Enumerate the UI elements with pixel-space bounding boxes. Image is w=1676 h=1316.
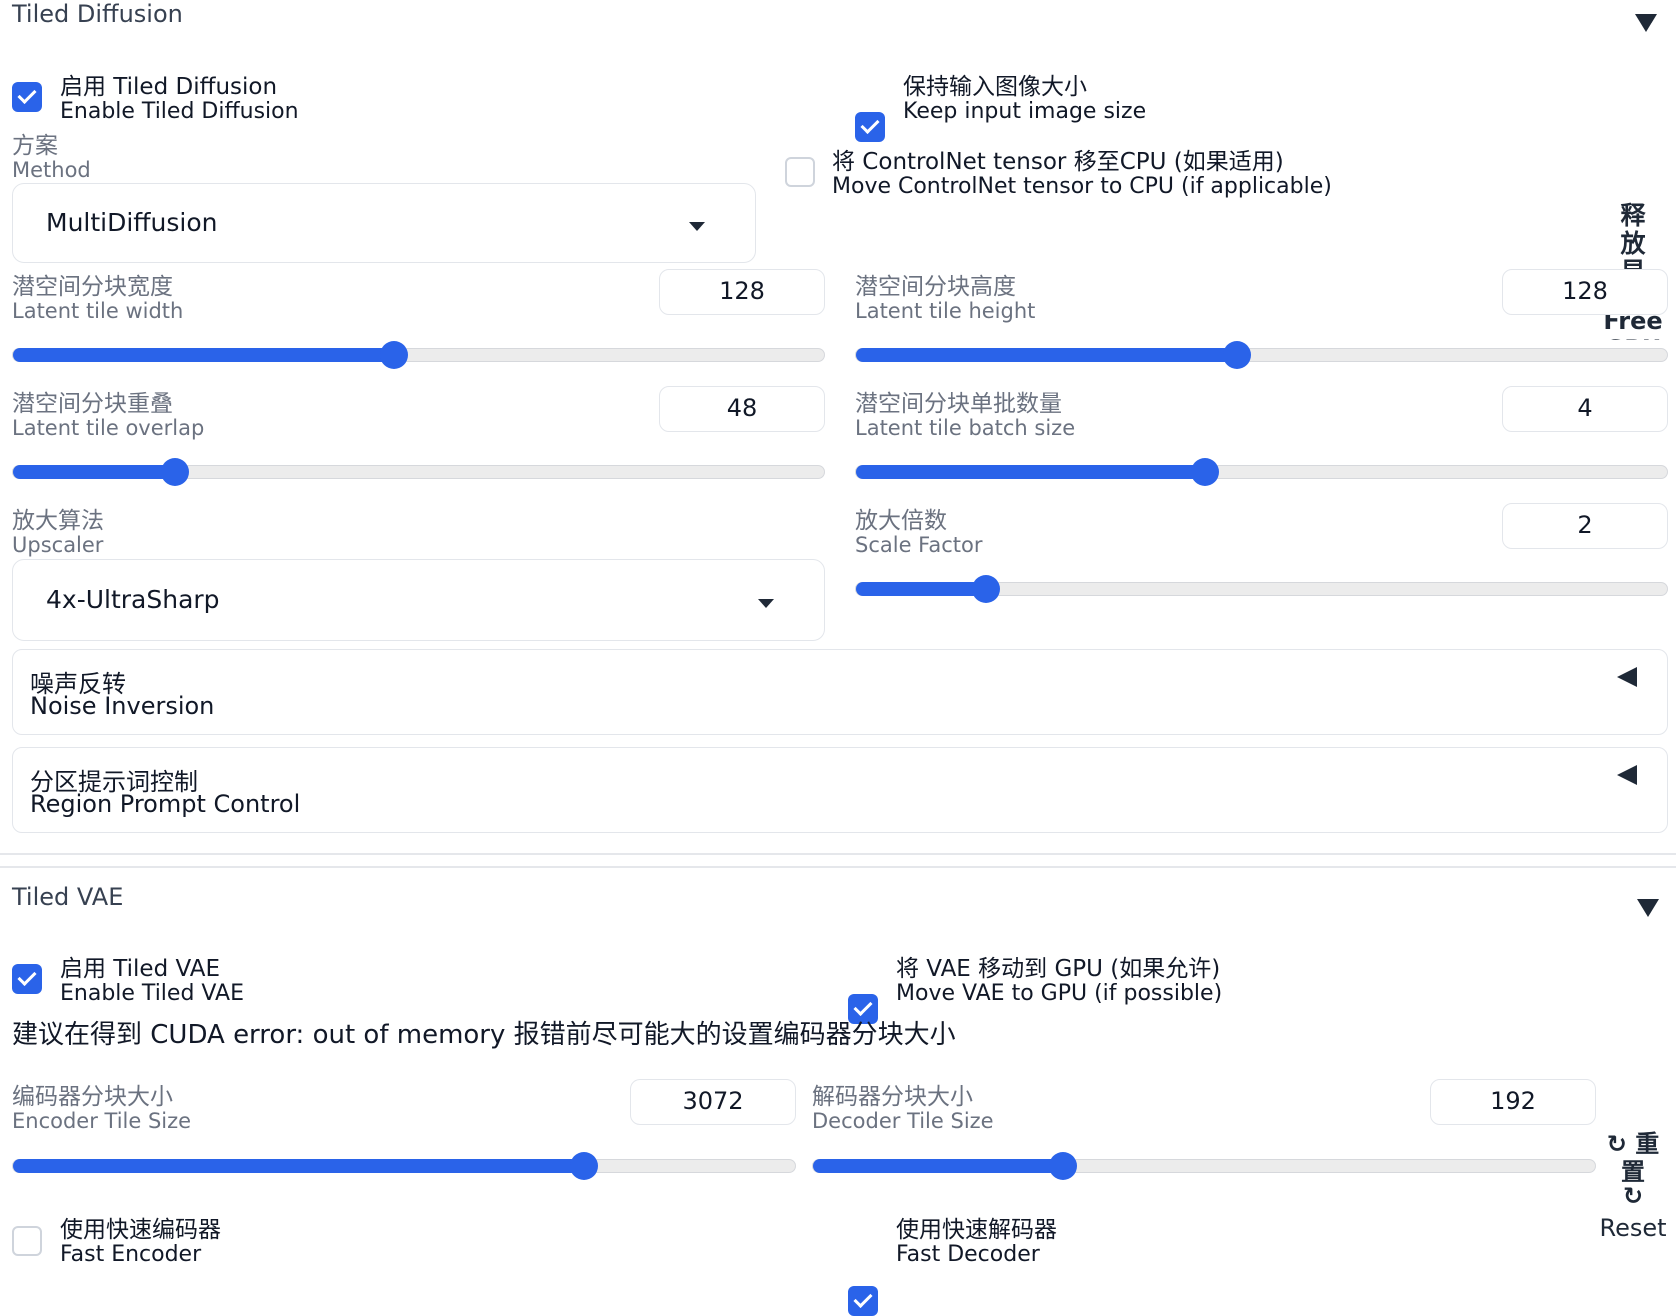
panel-title[interactable]: Tiled Diffusion [12,0,183,28]
expand-icon[interactable] [1617,667,1637,687]
field-label-en: Latent tile overlap [12,416,205,440]
scale-factor-slider[interactable] [855,575,1668,603]
noise-inversion-accordion[interactable]: 噪声反转 Noise Inversion [12,649,1668,735]
slider-thumb[interactable] [1049,1152,1078,1180]
slider-thumb[interactable] [971,575,1000,603]
dropdown-value: 4x-UltraSharp [46,585,220,614]
checkbox-label-en: Fast Encoder [60,1242,202,1267]
reset-icon: ↻ [1622,1182,1644,1210]
slider-thumb[interactable] [569,1152,598,1180]
cuda-hint-text: 建议在得到 CUDA error: out of memory 报错前尽可能大的… [12,1020,956,1050]
free-gpu-button[interactable]: 释放显 Free GPU [1598,192,1676,340]
field-label-en: Decoder Tile Size [812,1109,994,1133]
decoder-tile-input[interactable]: 192 [1430,1079,1596,1125]
tile-width-slider[interactable] [12,341,825,369]
keep-input-size-checkbox[interactable] [855,112,885,142]
field-label-en: Encoder Tile Size [12,1109,192,1133]
field-label-cn: 潜空间分块高度 [855,274,1016,300]
button-label-cn: ↻ 重 [1606,1130,1660,1158]
field-label-en: Latent tile batch size [855,416,1076,440]
field-label-en: Scale Factor [855,533,983,557]
fast-decoder-checkbox[interactable] [848,1286,878,1316]
field-label-en: Upscaler [12,533,104,557]
checkbox-label-cn: 保持输入图像大小 [903,74,1087,100]
field-label-cn: 编码器分块大小 [12,1084,173,1110]
dropdown-value: MultiDiffusion [46,208,218,237]
slider-fill [13,1159,584,1173]
collapse-icon[interactable] [1637,899,1659,917]
slider-fill [856,348,1238,362]
field-label-en: Method [12,158,91,182]
checkbox-label-en: Keep input image size [903,99,1147,124]
checkbox-label-cn: 使用快速编码器 [60,1217,221,1243]
slider-fill [856,465,1205,479]
slider-thumb[interactable] [1223,341,1252,369]
field-label-cn: 潜空间分块重叠 [12,391,173,417]
panel-title[interactable]: Tiled VAE [12,883,123,911]
button-label-en: Reset [1599,1214,1667,1242]
slider-fill [856,582,986,596]
checkbox-label-en: Enable Tiled Diffusion [60,99,299,124]
checkbox-label-cn: 将 VAE 移动到 GPU (如果允许) [896,956,1221,982]
checkbox-label-en: Move ControlNet tensor to CPU (if applic… [832,174,1332,199]
scale-factor-input[interactable]: 2 [1502,503,1668,549]
field-label-cn: 放大算法 [12,508,104,534]
accordion-title-en: Region Prompt Control [30,790,301,818]
field-label-cn: 潜空间分块单批数量 [855,391,1062,417]
checkbox-label-en: Move VAE to GPU (if possible) [896,981,1223,1006]
fast-encoder-checkbox[interactable] [12,1226,42,1256]
collapse-icon[interactable] [1635,14,1657,32]
encoder-tile-input[interactable]: 3072 [630,1079,796,1125]
tiled-diffusion-panel: Tiled Diffusion 启用 Tiled Diffusion Enabl… [0,0,1676,855]
checkbox-label-cn: 启用 Tiled VAE [60,956,221,982]
tile-overlap-input[interactable]: 48 [659,386,825,432]
tile-height-slider[interactable] [855,341,1668,369]
chevron-down-icon [758,599,774,608]
field-label-cn: 方案 [12,133,58,159]
controlnet-cpu-checkbox[interactable] [785,157,815,187]
accordion-title-en: Noise Inversion [30,692,215,720]
method-dropdown[interactable]: MultiDiffusion [12,183,756,263]
checkbox-label-en: Enable Tiled VAE [60,981,245,1006]
slider-fill [13,348,395,362]
expand-icon[interactable] [1617,765,1637,785]
decoder-tile-slider[interactable] [812,1152,1596,1180]
field-label-en: Latent tile height [855,299,1036,323]
slider-fill [13,465,176,479]
field-label-cn: 潜空间分块宽度 [12,274,173,300]
enable-tiled-diffusion-checkbox[interactable] [12,82,42,112]
slider-thumb[interactable] [161,458,190,486]
checkbox-label-cn: 启用 Tiled Diffusion [60,74,278,100]
enable-tiled-vae-checkbox[interactable] [12,964,42,994]
tile-overlap-slider[interactable] [12,458,825,486]
tile-width-input[interactable]: 128 [659,269,825,315]
field-label-cn: 解码器分块大小 [812,1084,973,1110]
region-prompt-accordion[interactable]: 分区提示词控制 Region Prompt Control [12,747,1668,833]
batch-size-slider[interactable] [855,458,1668,486]
tiled-vae-panel: Tiled VAE 启用 Tiled VAE Enable Tiled VAE … [0,866,1676,1316]
tile-height-input[interactable]: 128 [1502,269,1668,315]
field-label-en: Latent tile width [12,299,184,323]
slider-fill [813,1159,1064,1173]
slider-thumb[interactable] [1190,458,1219,486]
checkbox-label-cn: 将 ControlNet tensor 移至CPU (如果适用) [832,149,1284,175]
reset-button[interactable]: ↻ 重 置 ↻ Reset [1598,1130,1676,1280]
upscaler-dropdown[interactable]: 4x-UltraSharp [12,559,825,641]
chevron-down-icon [689,222,705,231]
checkbox-label-en: Fast Decoder [896,1242,1040,1267]
batch-size-input[interactable]: 4 [1502,386,1668,432]
encoder-tile-slider[interactable] [12,1152,796,1180]
checkbox-label-cn: 使用快速解码器 [896,1217,1057,1243]
field-label-cn: 放大倍数 [855,508,947,534]
slider-thumb[interactable] [380,341,409,369]
